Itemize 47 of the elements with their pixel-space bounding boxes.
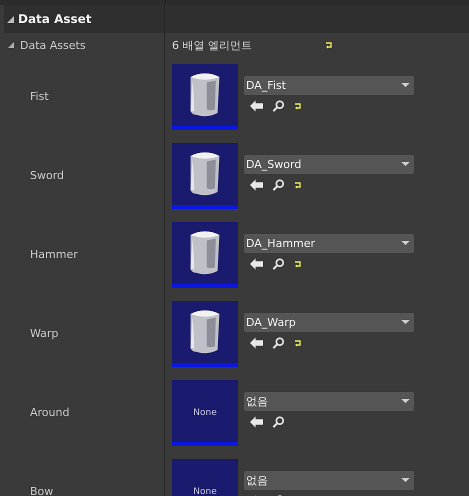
property-label: Data Assets — [20, 38, 86, 52]
caret-icon — [401, 162, 410, 167]
asset-thumbnail[interactable] — [172, 143, 238, 209]
arrow-left-icon[interactable] — [250, 416, 263, 428]
caret-icon — [401, 478, 410, 483]
asset-dropdown[interactable]: DA_Sword — [244, 155, 414, 174]
asset-thumbnail[interactable]: None — [172, 459, 238, 496]
asset-thumbnail[interactable]: None — [172, 380, 238, 446]
thumbnail-text: None — [193, 487, 217, 496]
caret-icon — [401, 399, 410, 404]
element-label: Warp — [30, 327, 58, 340]
caret-icon — [401, 83, 410, 88]
asset-dropdown[interactable]: DA_Hammer — [244, 234, 414, 253]
element-label: Around — [30, 406, 70, 419]
expand-arrow-icon[interactable] — [7, 16, 14, 22]
reset-icon[interactable] — [325, 42, 333, 48]
arrow-left-icon[interactable] — [250, 179, 263, 191]
asset-dropdown[interactable]: DA_Fist — [244, 76, 414, 95]
reset-icon[interactable] — [294, 260, 302, 268]
search-icon[interactable] — [272, 100, 285, 112]
array-count: 6 배열 엘리먼트 — [172, 38, 253, 52]
element-label: Hammer — [30, 248, 78, 261]
category-header[interactable]: Data Asset — [4, 5, 469, 33]
element-label: Fist — [30, 90, 49, 103]
search-icon[interactable] — [272, 179, 285, 191]
reset-icon[interactable] — [294, 102, 302, 110]
caret-icon — [401, 320, 410, 325]
arrow-left-icon[interactable] — [250, 258, 263, 270]
arrow-left-icon[interactable] — [250, 100, 263, 112]
arrow-left-icon[interactable] — [250, 337, 263, 349]
caret-icon — [401, 241, 410, 246]
element-label: Bow — [30, 485, 54, 496]
search-icon[interactable] — [272, 258, 285, 270]
search-icon[interactable] — [272, 416, 285, 428]
thumbnail-text: None — [193, 408, 217, 418]
asset-thumbnail[interactable] — [172, 222, 238, 288]
reset-icon[interactable] — [294, 340, 302, 346]
search-icon[interactable] — [272, 337, 285, 349]
asset-thumbnail[interactable] — [172, 301, 238, 367]
category-title: Data Asset — [18, 12, 92, 26]
reset-icon[interactable] — [294, 182, 302, 188]
asset-thumbnail[interactable] — [172, 64, 238, 130]
asset-dropdown[interactable]: DA_Warp — [244, 313, 414, 332]
element-label: Sword — [30, 169, 64, 182]
asset-dropdown[interactable]: 없음 — [244, 471, 414, 490]
asset-dropdown[interactable]: 없음 — [244, 392, 414, 411]
expand-arrow-icon[interactable] — [8, 42, 14, 48]
